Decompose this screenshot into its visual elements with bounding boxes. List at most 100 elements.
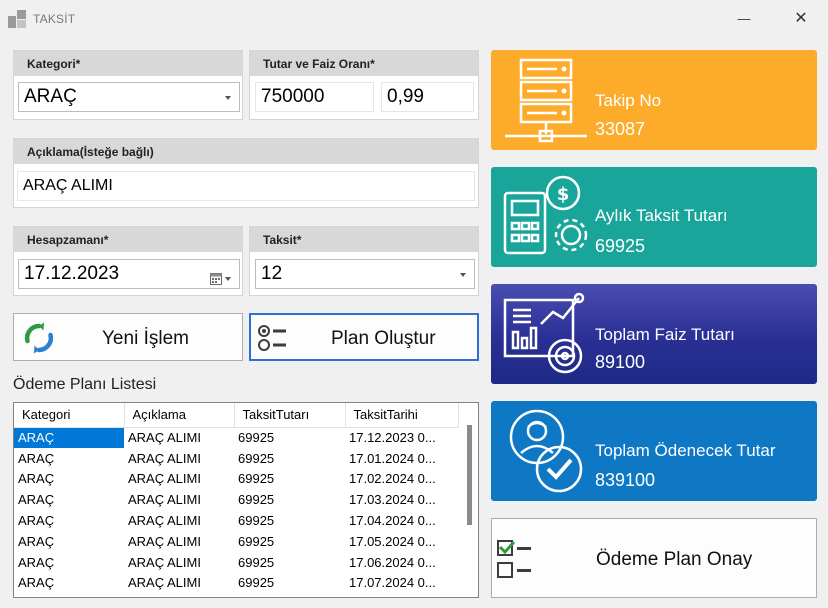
create-plan-button[interactable]: Plan Oluştur — [249, 313, 479, 361]
monthly-installment-value: 69925 — [595, 236, 646, 256]
total-payable-value: 839100 — [595, 470, 656, 490]
total-payable-tile: Toplam Ödenecek Tutar 839100 — [491, 401, 817, 501]
cell-taksit-tarihi[interactable]: 17.03.2024 0... — [345, 489, 458, 510]
payment-plan-grid[interactable]: Kategori Açıklama TaksitTutarı TaksitTar… — [13, 402, 479, 598]
table-row[interactable]: ARAÇ ARAÇ ALIMI 69925 17.12.2023 0... — [14, 427, 458, 448]
cell-aciklama[interactable]: ARAÇ ALIMI — [124, 489, 234, 510]
amount-value: 750000 — [261, 86, 325, 107]
chevron-down-icon — [460, 273, 466, 277]
cell-taksit-tutari[interactable]: 69925 — [234, 448, 345, 469]
cell-taksit-tarihi[interactable]: 17.12.2023 0... — [345, 427, 458, 448]
tracking-number-tile: Takip No 33087 — [491, 50, 817, 150]
cell-taksit-tarihi[interactable]: 17.07.2024 0... — [345, 573, 458, 594]
description-input[interactable]: ARAÇ ALIMI — [17, 171, 475, 201]
cell-taksit-tutari[interactable]: 69925 — [234, 552, 345, 573]
user-check-icon — [509, 409, 583, 493]
column-header-kategori[interactable]: Kategori — [14, 403, 125, 428]
date-value: 17.12.2023 — [24, 263, 120, 284]
cell-taksit-tarihi[interactable]: 17.01.2024 0... — [345, 448, 458, 469]
minimize-button[interactable]: — — [727, 4, 761, 32]
column-header-taksit-tarihi[interactable]: TaksitTarihi — [345, 403, 459, 428]
taksit-group: Taksit* 12 — [249, 226, 479, 296]
cell-kategori[interactable]: ARAÇ — [14, 573, 124, 594]
aciklama-group: Açıklama(İsteğe bağlı) ARAÇ ALIMI — [13, 138, 479, 208]
cell-kategori[interactable]: ARAÇ — [14, 448, 124, 469]
table-row[interactable]: ARAÇ ARAÇ ALIMI 69925 17.03.2024 0... — [14, 489, 458, 510]
close-button[interactable]: ✕ — [784, 4, 818, 32]
payment-list-title: Ödeme Planı Listesi — [13, 376, 157, 393]
cell-taksit-tarihi[interactable]: 17.02.2024 0... — [345, 469, 458, 490]
cell-kategori[interactable]: ARAÇ — [14, 489, 124, 510]
new-transaction-label: Yeni İşlem — [102, 328, 189, 349]
table-row[interactable]: ARAÇ ARAÇ ALIMI 69925 17.02.2024 0... — [14, 469, 458, 490]
options-list-icon — [258, 323, 288, 358]
new-transaction-button[interactable]: Yeni İşlem — [13, 313, 243, 361]
checklist-icon — [497, 540, 533, 585]
aciklama-header: Açıklama(İsteğe bağlı) — [27, 145, 154, 159]
app-icon — [8, 10, 28, 28]
cell-aciklama[interactable]: ARAÇ ALIMI — [124, 427, 234, 448]
interest-rate-value: 0,99 — [387, 86, 424, 107]
column-header-aciklama[interactable]: Açıklama — [124, 403, 235, 428]
tutar-header: Tutar ve Faiz Oranı* — [263, 57, 375, 71]
cell-taksit-tutari[interactable]: 69925 — [234, 510, 345, 531]
monthly-installment-tile: $ Aylık Taksit Tutarı 69925 — [491, 167, 817, 267]
cell-taksit-tutari[interactable]: 69925 — [234, 427, 345, 448]
total-payable-label: Toplam Ödenecek Tutar — [595, 441, 776, 460]
cell-aciklama[interactable]: ARAÇ ALIMI — [124, 469, 234, 490]
analytics-board-icon — [503, 292, 585, 374]
approve-plan-button[interactable]: Ödeme Plan Onay — [491, 518, 817, 598]
hesapzamani-group: Hesapzamanı* 17.12.2023 — [13, 226, 243, 296]
table-row[interactable]: ARAÇ ARAÇ ALIMI 69925 17.05.2024 0... — [14, 531, 458, 552]
grid-header-row: Kategori Açıklama TaksitTutarı TaksitTar… — [14, 403, 459, 428]
cell-taksit-tutari[interactable]: 69925 — [234, 531, 345, 552]
cell-kategori[interactable]: ARAÇ — [14, 469, 124, 490]
description-value: ARAÇ ALIMI — [23, 177, 113, 194]
hesapzamani-header: Hesapzamanı* — [27, 233, 109, 247]
cell-aciklama[interactable]: ARAÇ ALIMI — [124, 510, 234, 531]
cell-aciklama[interactable]: ARAÇ ALIMI — [124, 573, 234, 594]
cell-taksit-tutari[interactable]: 69925 — [234, 573, 345, 594]
cell-taksit-tarihi[interactable]: 17.06.2024 0... — [345, 552, 458, 573]
cell-taksit-tarihi[interactable]: 17.05.2024 0... — [345, 531, 458, 552]
window-title: TAKSİT — [33, 12, 76, 26]
cell-kategori[interactable]: ARAÇ — [14, 552, 124, 573]
taksit-header: Taksit* — [263, 233, 302, 247]
tutar-group: Tutar ve Faiz Oranı* 750000 0,99 — [249, 50, 479, 120]
cell-kategori[interactable]: ARAÇ — [14, 531, 124, 552]
cell-aciklama[interactable]: ARAÇ ALIMI — [124, 531, 234, 552]
interest-rate-input[interactable]: 0,99 — [381, 82, 474, 112]
cell-taksit-tarihi[interactable]: 17.04.2024 0... — [345, 510, 458, 531]
total-interest-tile: Toplam Faiz Tutarı 89100 — [491, 284, 817, 384]
date-picker[interactable]: 17.12.2023 — [18, 259, 240, 289]
cell-taksit-tutari[interactable]: 69925 — [234, 489, 345, 510]
calculator-money-icon: $ — [503, 175, 588, 255]
calendar-icon[interactable] — [210, 267, 232, 285]
kategori-header: Kategori* — [27, 57, 81, 71]
amount-input[interactable]: 750000 — [255, 82, 374, 112]
vertical-scrollbar[interactable] — [461, 403, 478, 597]
svg-text:$: $ — [557, 184, 570, 205]
cell-kategori[interactable]: ARAÇ — [14, 510, 124, 531]
scrollbar-thumb[interactable] — [467, 425, 472, 525]
table-row[interactable]: ARAÇ ARAÇ ALIMI 69925 17.01.2024 0... — [14, 448, 458, 469]
approve-plan-label: Ödeme Plan Onay — [596, 549, 753, 570]
monthly-installment-label: Aylık Taksit Tutarı — [595, 206, 728, 225]
cell-taksit-tutari[interactable]: 69925 — [234, 469, 345, 490]
column-header-taksit-tutari[interactable]: TaksitTutarı — [234, 403, 346, 428]
tracking-number-label: Takip No — [595, 91, 662, 110]
create-plan-label: Plan Oluştur — [331, 328, 436, 349]
total-interest-label: Toplam Faiz Tutarı — [595, 325, 735, 344]
cell-aciklama[interactable]: ARAÇ ALIMI — [124, 448, 234, 469]
server-icon — [505, 58, 587, 143]
cell-kategori[interactable]: ARAÇ — [14, 427, 124, 448]
title-bar: TAKSİT — ✕ — [0, 0, 828, 36]
table-row[interactable]: ARAÇ ARAÇ ALIMI 69925 17.04.2024 0... — [14, 510, 458, 531]
kategori-select[interactable]: ARAÇ — [18, 82, 240, 112]
cell-aciklama[interactable]: ARAÇ ALIMI — [124, 552, 234, 573]
installment-value: 12 — [261, 263, 283, 284]
installment-select[interactable]: 12 — [255, 259, 475, 289]
kategori-value: ARAÇ — [24, 86, 77, 107]
table-row[interactable]: ARAÇ ARAÇ ALIMI 69925 17.06.2024 0... — [14, 552, 458, 573]
table-row[interactable]: ARAÇ ARAÇ ALIMI 69925 17.07.2024 0... — [14, 573, 458, 594]
